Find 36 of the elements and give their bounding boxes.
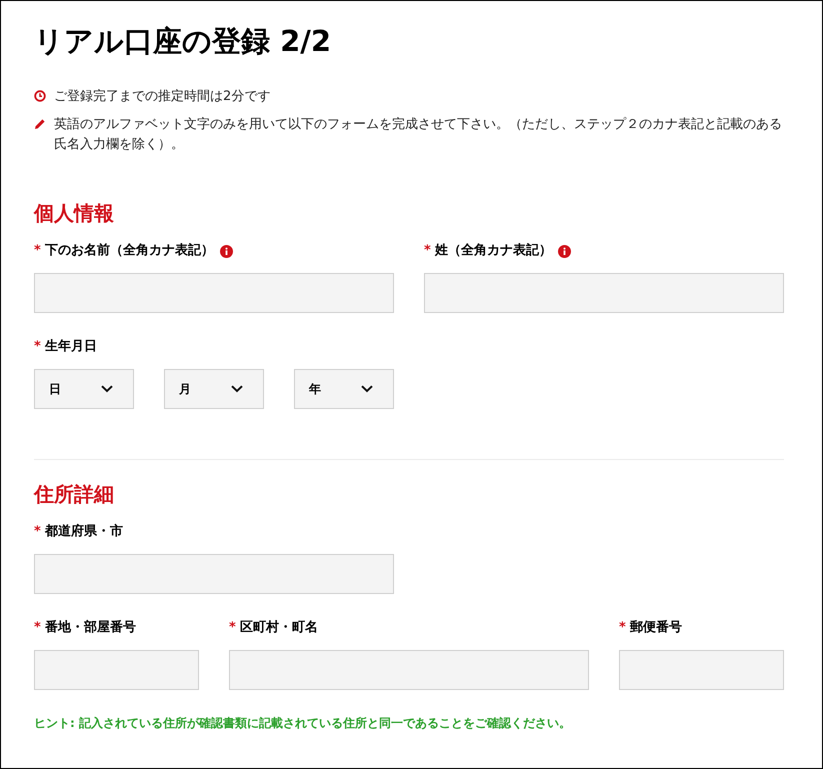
text-field[interactable] <box>619 650 784 690</box>
field-label: 都道府県・市 <box>44 522 123 541</box>
required-asterisk: * <box>619 619 626 638</box>
text-field[interactable] <box>34 554 394 594</box>
dropdown[interactable]: 月 <box>164 369 264 409</box>
info-note: 英語のアルファベット文字のみを用いて以下のフォームを完成させて下さい。（ただし、ステップ２のカナ表記と記載のある氏名入力欄を除く）。 <box>54 116 783 154</box>
required-asterisk: * <box>34 523 41 542</box>
required-asterisk: * <box>34 338 41 356</box>
field-label: 姓（全角カナ表記） <box>434 242 552 260</box>
info-icon[interactable] <box>220 244 233 258</box>
chevron-down-icon <box>101 385 113 393</box>
text-field[interactable] <box>34 650 199 690</box>
info-icon[interactable] <box>558 244 571 258</box>
chevron-down-icon <box>361 385 373 393</box>
dropdown[interactable]: 年 <box>294 369 394 409</box>
required-asterisk: * <box>34 619 41 638</box>
required-asterisk: * <box>229 619 236 638</box>
clock-icon <box>34 90 46 102</box>
page-title: リアル口座の登録 2/2 <box>34 23 332 60</box>
hint-text: ヒント: 記入されている住所が確認書類に記載されている住所と同一であることをご確認ください。 <box>34 715 572 732</box>
field-label: 生年月日 <box>44 338 97 356</box>
text-field[interactable] <box>424 273 784 313</box>
required-asterisk: * <box>34 242 41 260</box>
pencil-icon <box>34 118 46 130</box>
field-label: 区町村・町名 <box>240 619 318 637</box>
field-label: 下のお名前（全角カナ表記） <box>44 242 214 260</box>
field-label: 郵便番号 <box>630 619 682 637</box>
required-asterisk: * <box>424 242 431 260</box>
dropdown[interactable]: 日 <box>34 369 134 409</box>
section-heading: 個人情報 <box>34 200 115 227</box>
chevron-down-icon <box>231 385 243 393</box>
info-note: ご登録完了までの推定時間は2分です <box>54 88 270 106</box>
field-label: 番地・部屋番号 <box>44 618 136 637</box>
text-field[interactable] <box>229 650 589 690</box>
text-field[interactable] <box>34 273 394 313</box>
section-heading: 住所詳細 <box>34 481 115 508</box>
